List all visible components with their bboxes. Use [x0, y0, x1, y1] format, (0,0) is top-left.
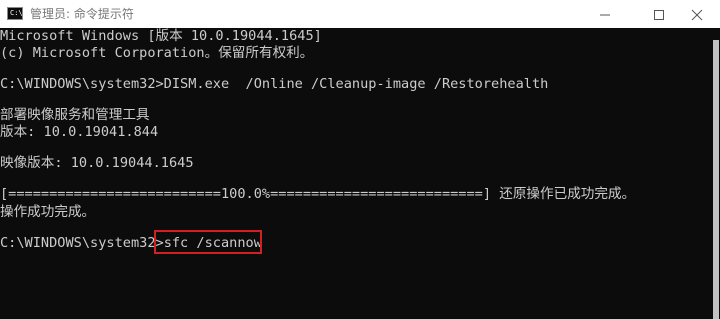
console-output[interactable]: Microsoft Windows [版本 10.0.19044.1645] (… — [0, 28, 712, 319]
close-icon — [691, 9, 703, 21]
window-title: 管理员: 命令提示符 — [30, 7, 134, 21]
vertical-scrollbar[interactable] — [712, 28, 720, 319]
console-line: 版本: 10.0.19041.844 — [0, 124, 159, 140]
console-line: 操作成功完成。 — [0, 204, 96, 220]
command-prompt-icon[interactable]: C:\ — [7, 7, 23, 20]
icon-prompt-text: C:\ — [10, 9, 23, 17]
maximize-icon — [654, 10, 664, 20]
console-line: 映像版本: 10.0.19044.1645 — [0, 155, 194, 171]
console-line: C:\WINDOWS\system32>DISM.exe /Online /Cl… — [0, 76, 549, 92]
command-line[interactable]: C:\WINDOWS\system32>sfc /scannow — [0, 233, 262, 253]
scrollbar-thumb[interactable] — [713, 40, 719, 319]
console-line: (c) Microsoft Corporation。保留所有权利。 — [0, 45, 314, 61]
title-bar[interactable]: C:\ 管理员: 命令提示符 — [0, 0, 720, 28]
minimize-icon — [600, 14, 610, 16]
typed-command: sfc /scannow — [163, 235, 262, 251]
minimize-button[interactable] — [582, 0, 628, 28]
console-line: [==========================100.0%=======… — [0, 186, 636, 202]
command-prompt: C:\WINDOWS\system32> — [0, 235, 164, 251]
cmd-window: C:\ 管理员: 命令提示符 Microsoft Windows [版本 10.… — [0, 0, 720, 319]
close-button[interactable] — [674, 0, 720, 28]
